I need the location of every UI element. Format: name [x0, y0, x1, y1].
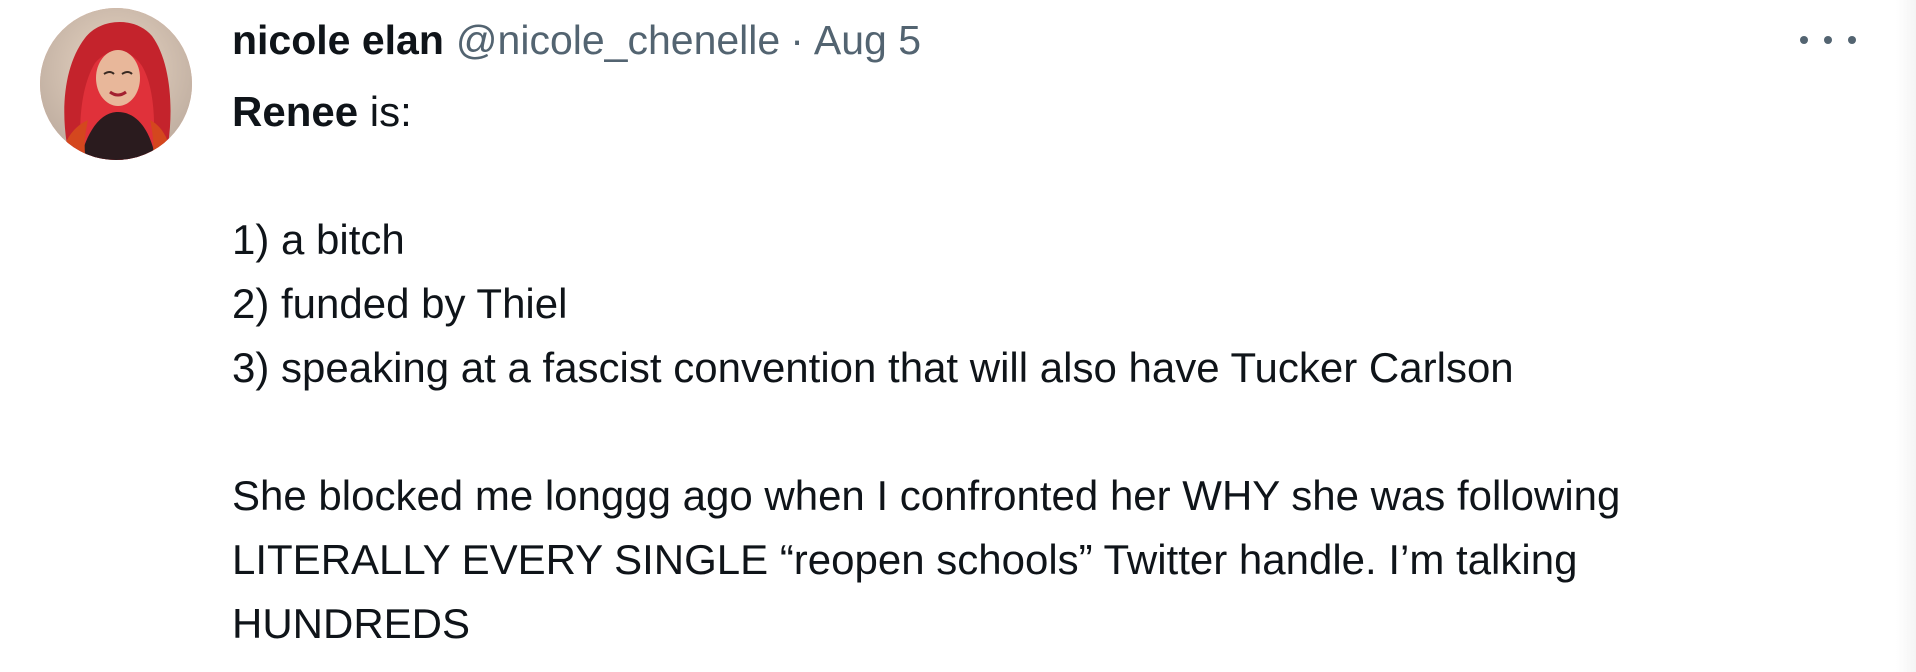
list-item: 2) funded by Thiel	[232, 280, 568, 327]
ellipsis-dot	[1800, 36, 1808, 44]
profile-photo-icon	[40, 8, 192, 160]
tweet-text: Renee is: 1) a bitch 2) funded by Thiel …	[232, 80, 1832, 656]
scroll-edge	[1896, 0, 1916, 672]
paragraph-line: She blocked me longgg ago when I confron…	[232, 472, 1621, 519]
paragraph-line: HUNDREDS	[232, 600, 471, 647]
list-item: 1) a bitch	[232, 216, 405, 263]
author-display-name[interactable]: nicole elan	[232, 14, 444, 66]
mention-name: Renee	[232, 88, 359, 135]
tweet-text-line: Renee is:	[232, 80, 1832, 144]
ellipsis-dot	[1824, 36, 1832, 44]
tweet-text-fragment: is:	[358, 88, 412, 135]
tweet-header: nicole elan @nicole_chenelle · Aug 5	[232, 14, 921, 66]
paragraph-line: LITERALLY EVERY SINGLE “reopen schools” …	[232, 536, 1578, 583]
author-handle[interactable]: @nicole_chenelle	[456, 14, 780, 66]
avatar[interactable]	[40, 8, 192, 160]
ellipsis-dot	[1848, 36, 1856, 44]
list-item: 3) speaking at a fascist convention that…	[232, 344, 1514, 391]
tweet-date[interactable]: Aug 5	[814, 14, 921, 66]
tweet-card[interactable]: nicole elan @nicole_chenelle · Aug 5 Ren…	[0, 0, 1916, 672]
ellipsis-icon[interactable]	[1800, 22, 1856, 58]
header-separator: ·	[790, 17, 804, 63]
